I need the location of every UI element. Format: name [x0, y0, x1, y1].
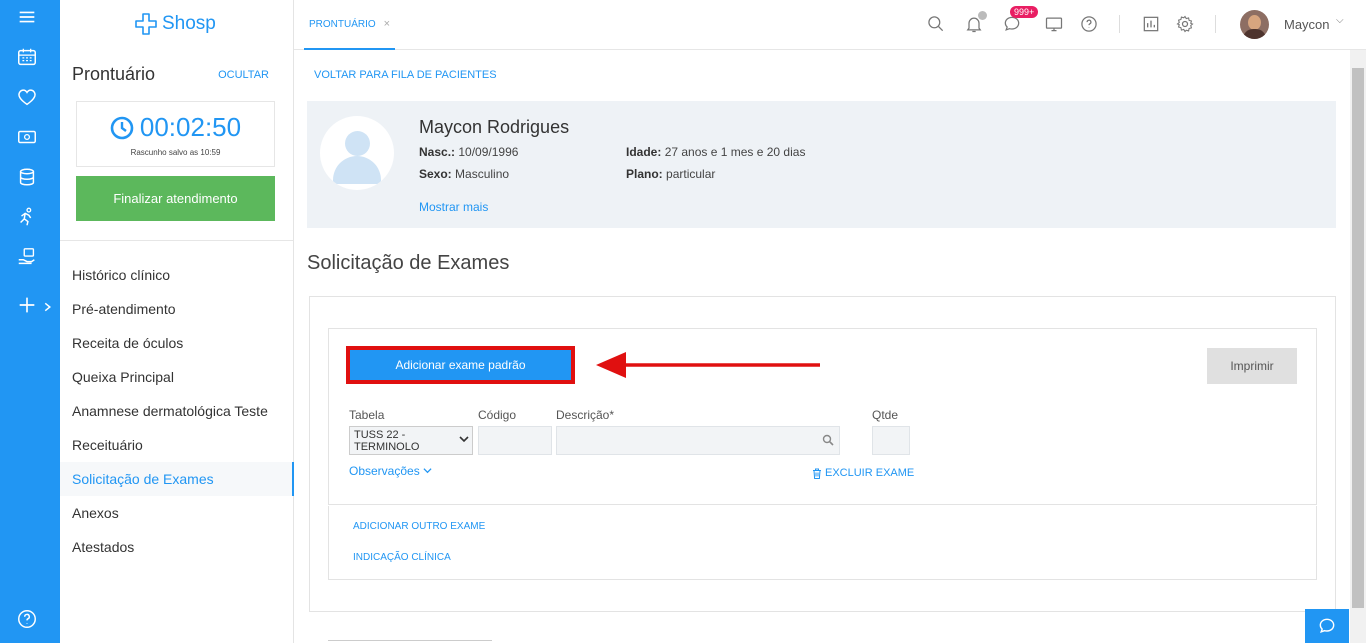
- tab-prontuario[interactable]: PRONTUÁRIO ×: [304, 0, 396, 50]
- hide-panel-link[interactable]: OCULTAR: [218, 69, 269, 81]
- search-icon: [822, 434, 834, 446]
- divider: [60, 240, 293, 241]
- timer-box: 00:02:50 Rascunho salvo as 10:59: [76, 101, 275, 167]
- table-select[interactable]: TUSS 22 - TERMINOLO: [349, 426, 473, 455]
- quantity-input[interactable]: [872, 426, 910, 455]
- section-title: Solicitação de Exames: [307, 252, 510, 274]
- delete-exam-link[interactable]: EXCLUIR EXAME: [812, 467, 914, 479]
- report-icon[interactable]: [1139, 12, 1163, 36]
- patient-sex: Sexo: Masculino: [419, 167, 510, 181]
- message-count-badge: 999+: [1010, 6, 1039, 18]
- trash-icon: [813, 468, 821, 479]
- observations-toggle[interactable]: Observações: [349, 464, 432, 478]
- menu-item-glasses-prescription[interactable]: Receita de óculos: [60, 326, 294, 360]
- draft-status: Rascunho salvo as 10:59: [130, 148, 221, 157]
- scrollbar[interactable]: [1350, 50, 1366, 643]
- show-more-link[interactable]: Mostrar mais: [419, 200, 488, 214]
- patient-name: Maycon Rodrigues: [419, 117, 570, 137]
- logo-text: Shosp: [162, 13, 216, 34]
- money-icon[interactable]: [14, 124, 40, 150]
- description-input[interactable]: [556, 426, 840, 455]
- record-panel: Shosp Prontuário OCULTAR 00:02:50 Rascun…: [60, 0, 294, 643]
- chevron-down-icon: [423, 468, 432, 474]
- quantity-label: Qtde: [872, 408, 899, 422]
- menu-item-prescription[interactable]: Receituário: [60, 428, 294, 462]
- patient-age: Idade: 27 anos e 1 mes e 20 dias: [626, 145, 806, 159]
- chat-button[interactable]: [1305, 609, 1349, 643]
- menu-item-clinical-history[interactable]: Histórico clínico: [60, 258, 294, 292]
- runner-icon[interactable]: [14, 204, 40, 230]
- divider: [1119, 15, 1120, 33]
- user-name[interactable]: Maycon: [1284, 17, 1330, 32]
- help-icon[interactable]: [14, 606, 40, 632]
- logo-cross-icon: [135, 13, 157, 35]
- menu-item-dermatology-anamnesis[interactable]: Anamnese dermatológica Teste: [60, 394, 294, 428]
- menu-icon[interactable]: [14, 4, 40, 30]
- code-label: Código: [478, 408, 517, 422]
- record-menu: Histórico clínico Pré-atendimento Receit…: [60, 258, 294, 564]
- chat-bubble-icon: [1319, 618, 1335, 633]
- description-label: Descrição*: [556, 408, 615, 422]
- timer: 00:02:50: [77, 112, 274, 143]
- chevron-down-icon: [459, 434, 469, 447]
- exam-actions-card: [328, 506, 1317, 580]
- tab-label: PRONTUÁRIO: [309, 18, 376, 30]
- notification-dot: [978, 11, 987, 20]
- close-icon[interactable]: ×: [384, 18, 390, 30]
- panel-title: Prontuário: [72, 64, 156, 84]
- print-button[interactable]: Imprimir: [1207, 348, 1297, 384]
- back-to-queue-link[interactable]: VOLTAR PARA FILA DE PACIENTES: [314, 69, 497, 81]
- help-circle-icon[interactable]: [1077, 12, 1101, 36]
- logo: Shosp: [134, 10, 216, 38]
- monitor-icon[interactable]: [1042, 12, 1066, 36]
- chevron-down-icon[interactable]: ⌵: [1336, 15, 1344, 26]
- icon-rail: [0, 0, 60, 643]
- code-input[interactable]: [478, 426, 552, 455]
- top-bar: PRONTUÁRIO ×: [294, 0, 1366, 50]
- finish-appointment-button[interactable]: Finalizar atendimento: [76, 176, 275, 221]
- plus-icon[interactable]: [14, 292, 40, 318]
- menu-item-certificates[interactable]: Atestados: [60, 530, 294, 564]
- heart-icon[interactable]: [14, 84, 40, 110]
- hand-money-icon[interactable]: [14, 244, 40, 270]
- table-select-value: TUSS 22 - TERMINOLO: [354, 428, 420, 453]
- menu-item-attachments[interactable]: Anexos: [60, 496, 294, 530]
- patient-plan: Plano: particular: [626, 167, 716, 181]
- menu-item-exam-request[interactable]: Solicitação de Exames: [60, 462, 294, 496]
- patient-birth: Nasc.: 10/09/1996: [419, 145, 519, 159]
- add-default-exam-button[interactable]: Adicionar exame padrão: [346, 346, 575, 384]
- gear-icon[interactable]: [1173, 12, 1197, 36]
- divider: [1215, 15, 1216, 33]
- calendar-icon[interactable]: [14, 44, 40, 70]
- search-icon[interactable]: [924, 12, 948, 36]
- clock-icon: [110, 116, 134, 139]
- chevron-right-icon[interactable]: [42, 294, 54, 320]
- menu-item-pre-attendance[interactable]: Pré-atendimento: [60, 292, 294, 326]
- patient-card: Maycon Rodrigues Nasc.: 10/09/1996 Sexo:…: [307, 101, 1336, 228]
- table-label: Tabela: [349, 408, 385, 422]
- clinical-indication-link[interactable]: INDICAÇÃO CLÍNICA: [353, 552, 451, 563]
- avatar[interactable]: [1240, 10, 1269, 39]
- timer-value: 00:02:50: [139, 112, 242, 142]
- arrow-annotation: [596, 352, 820, 378]
- menu-item-main-complaint[interactable]: Queixa Principal: [60, 360, 294, 394]
- scrollbar-thumb[interactable]: [1352, 68, 1364, 608]
- patient-avatar: [320, 116, 394, 190]
- database-icon[interactable]: [14, 164, 40, 190]
- add-other-exam-link[interactable]: ADICIONAR OUTRO EXAME: [353, 521, 485, 532]
